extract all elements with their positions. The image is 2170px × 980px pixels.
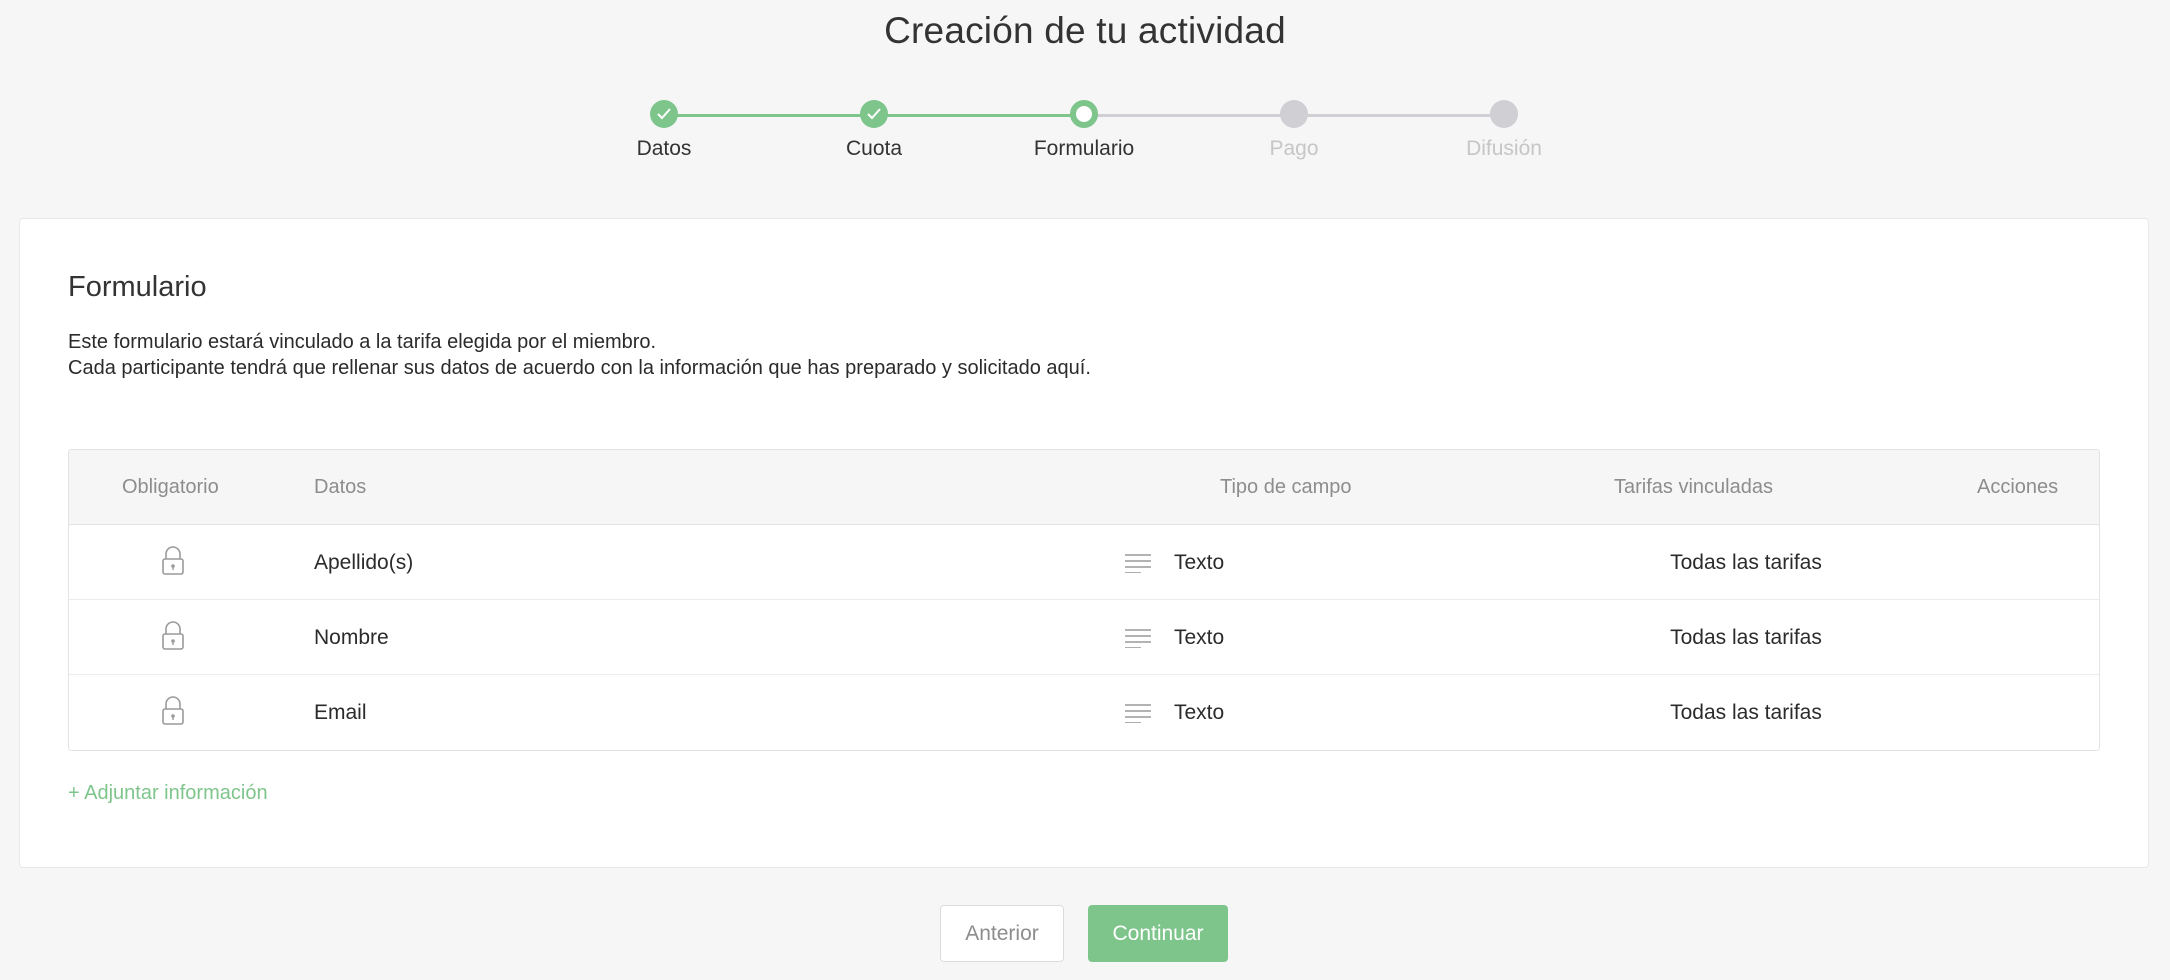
form-description: Este formulario estará vinculado a la ta…: [68, 329, 1091, 381]
lock-icon: [161, 695, 185, 733]
page-title: Creación de tu actividad: [884, 10, 1286, 51]
fields-table: Obligatorio Datos Tipo de campo Tarifas …: [68, 449, 2100, 751]
continue-button[interactable]: Continuar: [1088, 905, 1228, 962]
check-icon: [650, 100, 678, 128]
field-name: Apellido(s): [314, 551, 414, 574]
header-acciones: Acciones: [1977, 476, 2059, 498]
table-row[interactable]: Apellido(s) Texto Todas las tarifas: [69, 525, 2099, 600]
field-type: Texto: [1174, 551, 1225, 574]
step-cuota[interactable]: Cuota: [774, 100, 974, 161]
step-label: Formulario: [1033, 137, 1135, 160]
field-rates: Todas las tarifas: [1670, 701, 1822, 724]
header-tarifas: Tarifas vinculadas: [1614, 476, 1773, 498]
lock-icon: [161, 545, 185, 583]
description-line: Este formulario estará vinculado a la ta…: [68, 331, 657, 353]
field-rates: Todas las tarifas: [1670, 626, 1822, 649]
check-icon: [860, 100, 888, 128]
step-label: Datos: [636, 137, 692, 160]
previous-button[interactable]: Anterior: [940, 905, 1064, 962]
step-label: Pago: [1269, 137, 1319, 160]
lock-icon: [161, 620, 185, 658]
text-lines-icon: [1125, 553, 1151, 579]
step-formulario: Formulario: [984, 100, 1184, 161]
step-label: Difusión: [1466, 137, 1542, 160]
header-tipo: Tipo de campo: [1220, 476, 1352, 498]
header-datos: Datos: [314, 476, 367, 498]
current-step-dot: [1070, 100, 1098, 128]
pending-step-dot: [1490, 100, 1518, 128]
field-rates: Todas las tarifas: [1670, 551, 1822, 574]
step-pago: Pago: [1194, 100, 1394, 161]
field-name: Nombre: [314, 626, 389, 649]
text-lines-icon: [1125, 703, 1151, 729]
section-title: Formulario: [68, 271, 207, 303]
field-type: Texto: [1174, 701, 1225, 724]
table-row[interactable]: Nombre Texto Todas las tarifas: [69, 600, 2099, 675]
step-label: Cuota: [845, 137, 903, 160]
step-difusion: Difusión: [1404, 100, 1604, 161]
description-line: Cada participante tendrá que rellenar su…: [68, 357, 1091, 379]
table-row[interactable]: Email Texto Todas las tarifas: [69, 675, 2099, 750]
field-type: Texto: [1174, 626, 1225, 649]
add-information-link[interactable]: + Adjuntar información: [68, 782, 268, 805]
text-lines-icon: [1125, 628, 1151, 654]
pending-step-dot: [1280, 100, 1308, 128]
step-datos[interactable]: Datos: [564, 100, 764, 161]
field-name: Email: [314, 701, 367, 724]
header-obligatorio: Obligatorio: [122, 476, 219, 498]
form-card: Formulario Este formulario estará vincul…: [19, 218, 2149, 868]
table-header: Obligatorio Datos Tipo de campo Tarifas …: [69, 450, 2099, 525]
